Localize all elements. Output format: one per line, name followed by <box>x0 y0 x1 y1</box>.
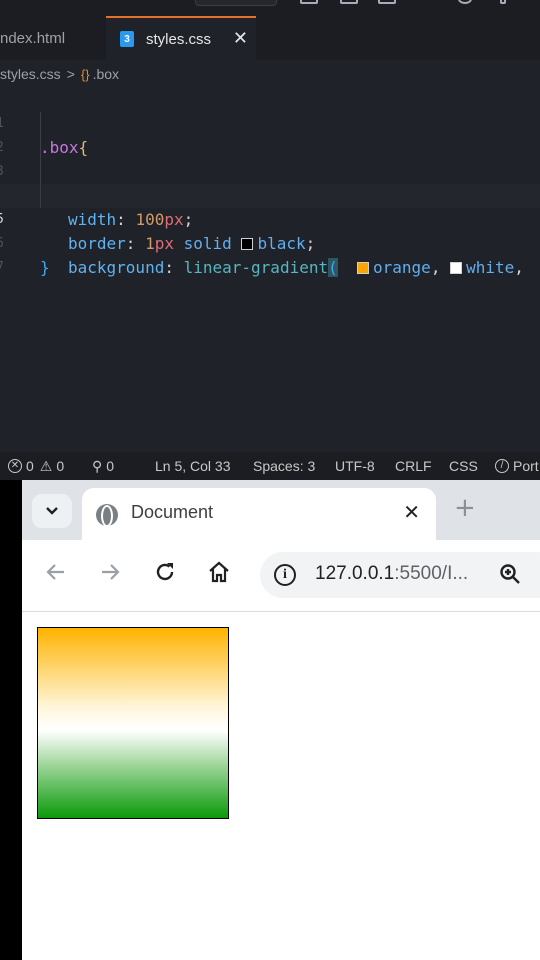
tab-title: Document <box>131 502 214 522</box>
breadcrumb-file[interactable]: styles.css <box>0 66 61 82</box>
chevron-down-icon <box>46 507 58 515</box>
tab-search-button[interactable] <box>32 494 72 528</box>
code-editor: ndex.html 3 styles.css ✕ styles.css > {}… <box>0 0 540 480</box>
code-line[interactable]: 2 height: 100px; <box>0 112 540 205</box>
editor-tabs: ndex.html 3 styles.css ✕ <box>0 16 540 60</box>
no-entry-icon: / <box>495 459 509 473</box>
back-icon[interactable] <box>44 560 68 584</box>
language-mode[interactable]: CSS <box>449 452 478 480</box>
indent-guide <box>40 112 41 136</box>
symbol-icon: {} <box>80 66 90 82</box>
breadcrumb-symbol[interactable]: .box <box>93 66 119 82</box>
tab-styles-css[interactable]: 3 styles.css ✕ <box>106 16 256 60</box>
problems-indicator[interactable]: ✕ 0 ⚠ 0 <box>8 452 64 480</box>
tab-label: styles.css <box>146 30 212 48</box>
title-bar <box>0 0 540 16</box>
ports-count: 0 <box>106 458 115 474</box>
code-area[interactable]: 1 .box{ 2 height: 100px; 3 width: 100px;… <box>0 88 540 277</box>
color-swatch[interactable] <box>450 262 463 274</box>
port-label: Port <box>513 458 539 474</box>
url-host: 127.0.0.1 <box>315 563 395 584</box>
indentation[interactable]: Spaces: 3 <box>253 452 315 480</box>
css-function: linear-gradient <box>183 258 329 277</box>
layout-icon[interactable] <box>300 0 318 4</box>
layout-icon[interactable] <box>378 0 396 4</box>
browser-tab-strip: Document ✕ + <box>22 480 540 540</box>
line-number: 7 <box>0 256 8 280</box>
code-line[interactable]: 4 border: 1px solid black; <box>0 160 540 253</box>
account-icon[interactable] <box>458 0 472 4</box>
code-line[interactable]: 1 .box{ <box>0 88 540 157</box>
close-icon[interactable]: ✕ <box>233 28 248 49</box>
tab-label: ndex.html <box>0 29 66 47</box>
indent-guide <box>40 136 41 160</box>
cursor-position[interactable]: Ln 5, Col 33 <box>155 452 231 480</box>
indent-guide <box>40 160 41 184</box>
colon: : <box>164 258 174 277</box>
code-line-current[interactable]: 5 background: linear-gradient( orange, w… <box>0 184 540 277</box>
home-icon[interactable] <box>207 560 231 584</box>
forward-icon[interactable] <box>98 560 122 584</box>
code-line[interactable]: 6 } <box>0 208 540 277</box>
breadcrumb: styles.css > {} .box <box>0 62 119 86</box>
info-icon[interactable]: i <box>274 564 296 586</box>
code-line[interactable]: 3 width: 100px; <box>0 136 540 229</box>
open-paren: ( <box>328 258 338 277</box>
css-keyword: orange <box>373 258 431 277</box>
encoding[interactable]: UTF-8 <box>335 452 375 480</box>
page-viewport <box>22 613 540 960</box>
browser-window: Document ✕ + i 127.0.0.1:5500/I... <box>22 480 540 960</box>
indent-guide <box>40 184 41 208</box>
address-bar[interactable]: i 127.0.0.1:5500/I... <box>260 552 540 598</box>
zoom-icon[interactable] <box>498 562 522 586</box>
layout-icon[interactable] <box>340 0 358 4</box>
css-keyword: white <box>466 258 515 277</box>
css-file-icon: 3 <box>120 31 134 47</box>
ports-indicator[interactable]: ⚲ 0 <box>92 452 114 480</box>
port-status[interactable]: / Port <box>495 452 539 480</box>
line-ending[interactable]: CRLF <box>395 452 432 480</box>
warning-count: 0 <box>56 458 65 474</box>
url-path: :5500/I... <box>394 563 469 584</box>
chevron-right-icon: > <box>66 66 75 82</box>
code-line[interactable]: 7 <box>0 232 540 275</box>
antenna-icon: ⚲ <box>92 457 103 474</box>
color-swatch[interactable] <box>357 262 370 274</box>
status-bar: ✕ 0 ⚠ 0 ⚲ 0 Ln 5, Col 33 Spaces: 3 UTF-8… <box>0 452 540 480</box>
comma: , <box>430 258 441 277</box>
globe-icon <box>96 504 118 527</box>
browser-toolbar: i 127.0.0.1:5500/I... <box>22 540 540 612</box>
close-icon[interactable]: ✕ <box>403 500 420 524</box>
comma: , <box>514 258 524 277</box>
command-center[interactable] <box>195 0 277 6</box>
tab-index-html[interactable]: ndex.html <box>0 16 104 60</box>
error-count: 0 <box>26 458 34 474</box>
reload-icon[interactable] <box>153 560 177 584</box>
browser-tab[interactable]: Document ✕ <box>82 488 436 540</box>
error-icon: ✕ <box>8 459 22 473</box>
new-tab-button[interactable]: + <box>454 494 476 522</box>
gradient-box <box>37 627 229 819</box>
css-property: background <box>68 258 165 277</box>
settings-icon[interactable] <box>500 0 506 4</box>
warning-icon: ⚠ <box>39 457 53 474</box>
url-text: 127.0.0.1:5500/I... <box>315 563 468 585</box>
